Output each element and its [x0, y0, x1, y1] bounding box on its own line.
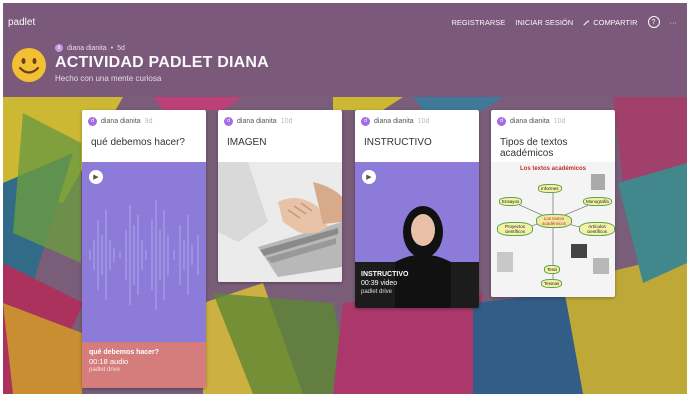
attachment-duration: 00:39 video — [361, 280, 398, 287]
post-header: d diana dianita 10d — [355, 110, 479, 132]
attachment-title: qué debemos hacer? — [89, 349, 160, 356]
diagram-node: Monografía — [583, 197, 612, 206]
smiley-face-icon — [12, 48, 46, 82]
video-caption: INSTRUCTIVO 00:39 video padlet drive — [361, 270, 408, 297]
more-menu-icon[interactable]: ··· — [670, 18, 678, 27]
diagram-node: Tesis — [544, 265, 561, 274]
post-card[interactable]: d diana dianita 10d Tipos de textos acad… — [491, 110, 615, 297]
share-label: COMPARTIR — [593, 17, 638, 27]
help-icon[interactable]: ? — [647, 16, 660, 28]
post-card[interactable]: d diana dianita 9d qué debemos hacer? ▶ — [82, 110, 206, 388]
share-button[interactable]: COMPARTIR — [583, 17, 638, 27]
post-card[interactable]: d diana dianita 10d INSTRUCTIVO ▶ INSTRU… — [355, 110, 479, 308]
diagram-node: Proyectos científicos — [497, 222, 533, 236]
post-header: d diana dianita 10d — [218, 110, 342, 132]
post-card[interactable]: d diana dianita 10d IMAGEN — [218, 110, 342, 282]
laptop-typing-photo — [218, 162, 342, 282]
top-bar: padlet REGISTRARSE INICIAR SESIÓN COMPAR… — [3, 3, 687, 39]
author-avatar: d — [224, 116, 233, 126]
post-header: d diana dianita 9d — [82, 110, 206, 132]
waveform-graphic — [89, 200, 199, 310]
board-subtitle: Hecho con una mente curiosa — [55, 74, 162, 83]
author-avatar: d — [55, 44, 63, 52]
post-author: diana dianita — [237, 117, 277, 125]
post-author: diana dianita — [101, 117, 141, 125]
board-meta: d diana dianita • 5d — [55, 44, 125, 52]
play-icon[interactable]: ▶ — [89, 170, 103, 184]
image-attachment[interactable] — [218, 162, 342, 282]
attachment-source: padlet drive — [361, 289, 393, 295]
audio-caption: qué debemos hacer? 00:18 audio padlet dr… — [82, 342, 206, 388]
diagram-node: Tesinas — [541, 279, 563, 288]
padlet-logo[interactable]: padlet — [8, 17, 35, 28]
diagram-node: Ensayos — [499, 197, 523, 206]
attachment-source: padlet drive — [89, 367, 121, 373]
post-age: 10d — [417, 117, 430, 125]
share-arrow-icon — [583, 19, 590, 26]
login-link[interactable]: INICIAR SESIÓN — [515, 18, 573, 27]
diagram-node: Informes — [538, 184, 562, 193]
board-age: 5d — [117, 44, 125, 52]
board-title: ACTIVIDAD PADLET DIANA — [55, 54, 269, 71]
video-attachment[interactable]: ▶ INSTRUCTIVO 00:39 video padlet drive — [355, 162, 479, 308]
diagram-attachment[interactable]: Los textos académicos Informes Ensayos M… — [491, 162, 615, 297]
post-age: 9d — [144, 117, 153, 125]
attachment-title: INSTRUCTIVO — [361, 271, 409, 278]
diagram-node: Los textos académicos — [536, 214, 572, 228]
board-author[interactable]: diana dianita — [67, 45, 107, 52]
top-nav: REGISTRARSE INICIAR SESIÓN COMPARTIR ? ·… — [451, 16, 677, 28]
audio-attachment[interactable]: ▶ — [82, 162, 206, 342]
author-avatar: d — [497, 116, 506, 126]
attachment-duration: 00:18 audio — [89, 357, 129, 366]
post-age: 10d — [553, 117, 566, 125]
post-title: INSTRUCTIVO — [364, 137, 432, 148]
author-avatar: d — [88, 116, 97, 126]
board-header: d diana dianita • 5d ACTIVIDAD PADLET DI… — [3, 39, 687, 97]
play-icon[interactable]: ▶ — [362, 170, 376, 184]
diagram-title: Los textos académicos — [519, 166, 587, 172]
post-title: qué debemos hacer? — [91, 137, 185, 148]
post-title: IMAGEN — [227, 137, 267, 148]
meta-separator: • — [110, 44, 114, 52]
padlet-board: padlet REGISTRARSE INICIAR SESIÓN COMPAR… — [3, 3, 687, 394]
post-author: diana dianita — [374, 117, 414, 125]
diagram-node: Artículos científicos — [579, 222, 615, 236]
post-header: d diana dianita 10d — [491, 110, 615, 132]
register-link[interactable]: REGISTRARSE — [451, 18, 505, 27]
author-avatar: d — [361, 116, 370, 126]
post-age: 10d — [280, 117, 293, 125]
post-author: diana dianita — [510, 117, 550, 125]
